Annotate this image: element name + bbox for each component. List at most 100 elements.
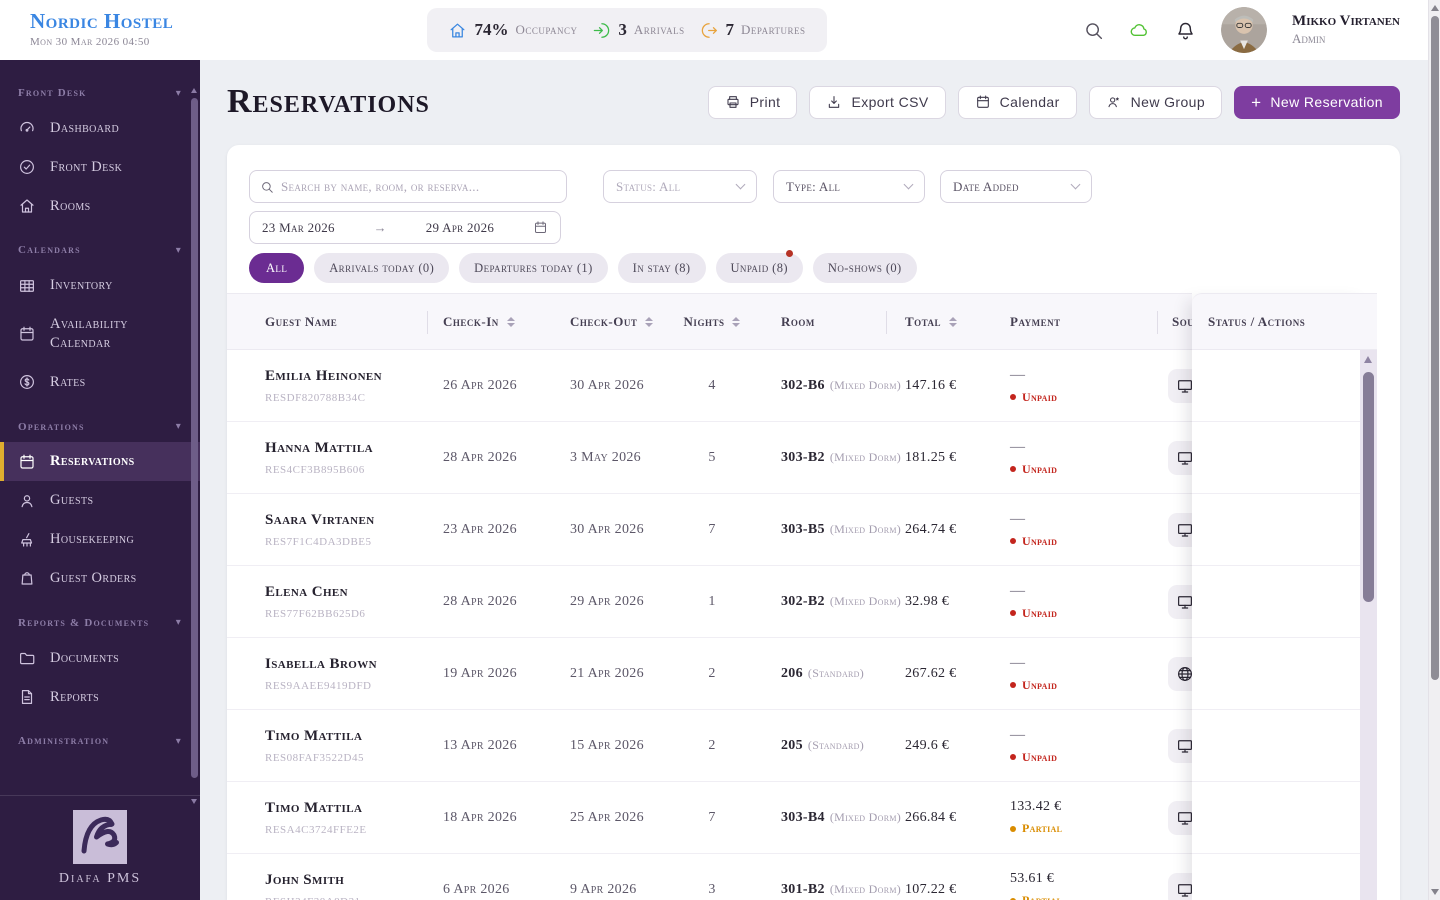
chip-departures-today[interactable]: Departures today (1) xyxy=(459,253,608,283)
sort-icon xyxy=(507,317,515,327)
paid-amount: — xyxy=(1010,583,1025,600)
page-title: Reservations xyxy=(227,85,430,119)
cloud-sync-icon[interactable] xyxy=(1129,20,1150,41)
sidebar-item-guest-orders[interactable]: Guest Orders xyxy=(0,559,200,598)
room-cell: 302-B2(Mixed Dorm) xyxy=(781,566,905,637)
table-row[interactable]: Isabella BrownRES9AAEE9419DFD19 Apr 2026… xyxy=(227,638,1192,710)
sidebar-item-housekeeping[interactable]: Housekeeping xyxy=(0,520,200,559)
sidebar-section-operations[interactable]: Operations▾ xyxy=(0,410,200,443)
sidebar-item-documents[interactable]: Documents xyxy=(0,639,200,678)
page-scrollbar[interactable] xyxy=(1428,0,1440,900)
table-row[interactable]: Timo MattilaRES08FAF3522D4513 Apr 202615… xyxy=(227,710,1192,782)
sidebar-item-reservations[interactable]: Reservations xyxy=(0,442,200,481)
search-input[interactable] xyxy=(281,179,556,195)
sidebar-item-label: Dashboard xyxy=(50,119,119,138)
table-row[interactable]: Elena ChenRES77F62BB625D628 Apr 202629 A… xyxy=(227,566,1192,638)
caret-down-icon: ▾ xyxy=(176,244,182,258)
chip-in-stay[interactable]: In stay (8) xyxy=(618,253,706,283)
calendar-button[interactable]: Calendar xyxy=(958,86,1077,119)
chevron-down-icon xyxy=(1071,180,1081,190)
sidebar-item-label: Availability Calendar xyxy=(50,315,182,353)
chip-unpaid[interactable]: Unpaid (8) xyxy=(716,253,803,283)
table-row[interactable]: Timo MattilaRESA4C3724FFE2E18 Apr 202625… xyxy=(227,782,1192,854)
search-field[interactable] xyxy=(249,170,567,203)
user-info[interactable]: Mikko Virtanen Admin xyxy=(1292,13,1400,47)
brand-name: Nordic Hostel xyxy=(30,9,173,34)
check-out-date: 30 Apr 2026 xyxy=(570,350,666,421)
guest-name: Timo Mattila xyxy=(265,728,362,745)
file-icon xyxy=(18,688,36,706)
room-type: (Mixed Dorm) xyxy=(830,378,901,393)
broom-icon xyxy=(18,531,36,549)
sidebar-section-calendars[interactable]: Calendars▾ xyxy=(0,233,200,266)
check-in-date: 26 Apr 2026 xyxy=(443,350,563,421)
chip-all[interactable]: All xyxy=(249,253,304,283)
status-actions-cell xyxy=(1192,782,1360,854)
status-filter[interactable]: Status: All xyxy=(603,170,757,203)
calendar-icon xyxy=(533,220,548,235)
sidebar-item-availability-calendar[interactable]: Availability Calendar xyxy=(0,305,200,363)
sidebar-item-dashboard[interactable]: Dashboard xyxy=(0,109,200,148)
arrivals-label: Arrivals xyxy=(634,22,685,38)
payment-status-badge: Partial xyxy=(1010,893,1062,900)
table-header: Guest Name Check-In Check-Out Nights Roo… xyxy=(227,293,1192,350)
guest-name: John Smith xyxy=(265,872,344,889)
table-row[interactable]: Hanna MattilaRES4CF3B895B60628 Apr 20263… xyxy=(227,422,1192,494)
chip-no-shows[interactable]: No-shows (0) xyxy=(813,253,917,283)
search-icon[interactable] xyxy=(1083,20,1104,41)
arrow-right-icon: → xyxy=(374,220,387,236)
chip-arrivals-today[interactable]: Arrivals today (0) xyxy=(314,253,449,283)
sidebar-section-administration[interactable]: Administration▾ xyxy=(0,724,200,757)
date-range-filter[interactable]: 23 Mar 2026 → 29 Apr 2026 xyxy=(249,211,561,244)
sidebar-item-inventory[interactable]: Inventory xyxy=(0,266,200,305)
nights-count: 5 xyxy=(668,422,756,493)
guest-name: Isabella Brown xyxy=(265,656,377,673)
guest-name: Timo Mattila xyxy=(265,800,362,817)
table-scrollbar[interactable] xyxy=(1360,350,1377,900)
notifications-icon[interactable] xyxy=(1175,20,1196,41)
total-amount: 264.74 € xyxy=(905,494,1005,565)
status-actions-cell xyxy=(1192,638,1360,710)
col-check-out[interactable]: Check-Out xyxy=(570,294,653,349)
bag-icon xyxy=(18,569,36,587)
print-button[interactable]: Print xyxy=(708,86,798,119)
arrivals-value: 3 xyxy=(618,20,627,40)
sidebar-scrollbar[interactable] xyxy=(191,88,198,790)
col-nights[interactable]: Nights xyxy=(668,294,756,349)
new-group-button[interactable]: New Group xyxy=(1089,86,1222,119)
sidebar-item-front-desk[interactable]: Front Desk xyxy=(0,148,200,187)
date-added-filter[interactable]: Date Added xyxy=(940,170,1092,203)
table-row[interactable]: Saara VirtanenRES7F1C4DA3DBE523 Apr 2026… xyxy=(227,494,1192,566)
total-amount: 266.84 € xyxy=(905,782,1005,853)
col-total[interactable]: Total xyxy=(905,294,957,349)
export-csv-button[interactable]: Export CSV xyxy=(809,86,945,119)
check-in-date: 13 Apr 2026 xyxy=(443,710,563,781)
check-out-date: 30 Apr 2026 xyxy=(570,494,666,565)
sidebar-item-rates[interactable]: Rates xyxy=(0,363,200,402)
sidebar-item-rooms[interactable]: Rooms xyxy=(0,187,200,226)
reservation-id: RESA4C3724FFE2E xyxy=(265,824,367,836)
table-row[interactable]: Emilia HeinonenRESDF820788B34C26 Apr 202… xyxy=(227,350,1192,422)
sidebar-section-front-desk[interactable]: Front Desk▾ xyxy=(0,76,200,109)
sidebar-item-guests[interactable]: Guests xyxy=(0,481,200,520)
room-type: (Mixed Dorm) xyxy=(830,522,901,537)
nights-count: 2 xyxy=(668,638,756,709)
col-check-in[interactable]: Check-In xyxy=(443,294,515,349)
col-payment: Payment xyxy=(1010,294,1061,349)
room-cell: 303-B5(Mixed Dorm) xyxy=(781,494,905,565)
nights-count: 2 xyxy=(668,710,756,781)
sidebar-section-reports-documents[interactable]: Reports & Documents▾ xyxy=(0,606,200,639)
departures-value: 7 xyxy=(726,20,735,40)
sidebar-item-reports[interactable]: Reports xyxy=(0,678,200,717)
room-type: (Standard) xyxy=(808,738,864,753)
avatar[interactable] xyxy=(1221,7,1267,53)
new-reservation-button[interactable]: + New Reservation xyxy=(1234,86,1400,119)
column-separator xyxy=(886,311,887,334)
payment-cell: —Unpaid xyxy=(1010,710,1160,781)
guest-cell: Timo MattilaRES08FAF3522D45 xyxy=(265,710,440,781)
sidebar-item-label: Guests xyxy=(50,491,93,510)
type-filter[interactable]: Type: All xyxy=(773,170,925,203)
room-cell: 302-B6(Mixed Dorm) xyxy=(781,350,905,421)
table-row[interactable]: John SmithRESH34F38A8D316 Apr 20269 Apr … xyxy=(227,854,1192,900)
sidebar-footer: Diafa PMS xyxy=(0,795,200,900)
